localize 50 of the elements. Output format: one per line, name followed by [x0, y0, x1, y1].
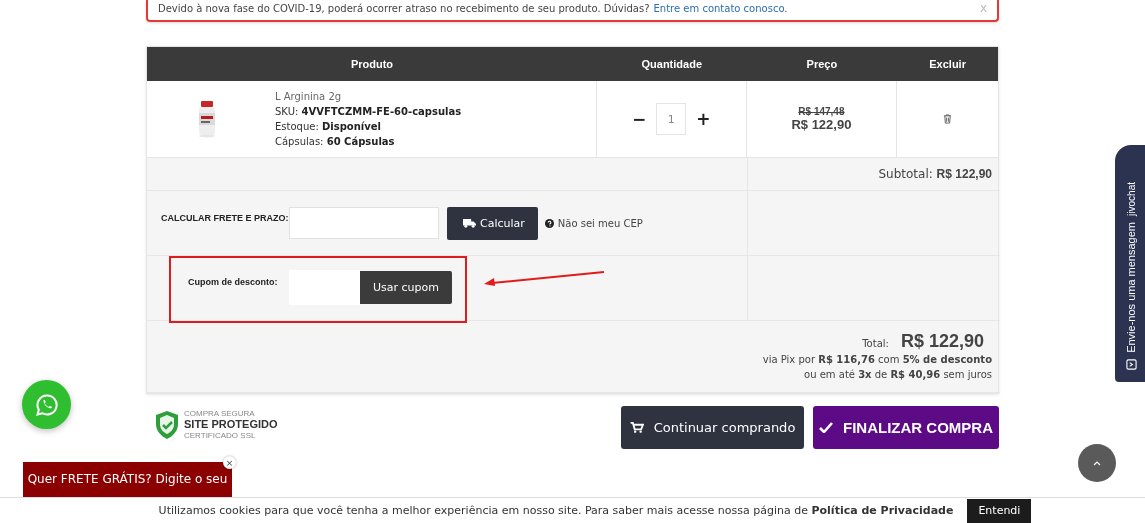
product-detail: Cápsulas: 60 Cápsulas [275, 135, 396, 149]
contact-link[interactable]: Entre em contato conosco. [653, 2, 788, 14]
pix-text: via Pix por R$ 116,76 com 5% de desconto [762, 353, 992, 367]
increment-button[interactable]: + [692, 109, 715, 129]
coupon-field[interactable] [289, 269, 360, 305]
total-value: R$ 122,90 [900, 331, 984, 352]
continue-shopping-button[interactable]: Continuar comprando [621, 406, 804, 449]
coupon-label: Cupom de desconto: [187, 277, 279, 287]
notice-text: Devido à nova fase do COVID-19, poderá ocorrer atraso no recebimento de seu produto. Dúvidas? [158, 2, 650, 14]
quantity-field[interactable]: 1 [656, 103, 687, 135]
checkout-button[interactable]: FINALIZAR COMPRA [813, 406, 999, 449]
decrement-button[interactable]: − [628, 109, 651, 129]
calculate-button[interactable]: Calcular [447, 206, 538, 240]
column-header: Quantidade [640, 58, 703, 70]
column-header: Preço [805, 58, 839, 70]
seal-caption: CERTIFICADO SSL [184, 431, 257, 440]
old-price: R$ 147,48 [798, 106, 845, 117]
chat-bubble-icon [34, 392, 59, 417]
product-detail: Estoque: Disponível [275, 120, 382, 134]
truck-icon [463, 218, 476, 228]
shipping-label: CALCULAR FRETE E PRAZO: [160, 213, 289, 223]
installments-text: ou em até 3x de R$ 40,96 sem juros [804, 368, 992, 382]
chat-tab[interactable]: Envie-nos uma mensagem jivochat [1115, 145, 1145, 382]
trash-icon[interactable] [943, 114, 953, 124]
shield-check-icon [154, 409, 180, 440]
subtotal-text: Subtotal: R$ 122,90 [878, 167, 992, 181]
seal-title: SITE PROTEGIDO [184, 418, 278, 431]
chat-label: Envie-nos uma mensagem [1125, 222, 1137, 353]
cookie-text: Utilizamos cookies para que você tenha a melhor experiência em nosso site. Para saber mais acesse nossa página de Política de Privacidade [158, 504, 954, 517]
cart-icon [629, 422, 644, 433]
chat-icon [1125, 359, 1137, 370]
close-button[interactable]: × [223, 456, 236, 469]
product-detail: SKU: 4VVFTCZMM-FE-60-capsulas [275, 105, 462, 119]
whatsapp-button[interactable] [22, 380, 71, 429]
total-label: Total: [862, 338, 889, 349]
apply-coupon-button[interactable]: Usar cupom [360, 270, 452, 304]
price: R$ 122,90 [791, 117, 852, 132]
chevron-up-icon [1093, 460, 1101, 466]
chat-brand: jivochat [1125, 182, 1137, 217]
column-header: Produto [349, 58, 395, 70]
cep-field[interactable] [289, 207, 439, 239]
seal-caption: COMPRA SEGURA [184, 409, 256, 418]
scroll-top-button[interactable] [1078, 444, 1116, 482]
check-icon [819, 422, 833, 433]
product-name[interactable]: L Arginina 2g [275, 89, 462, 104]
cep-help-link[interactable]: Não sei meu CEP [557, 217, 643, 229]
help-icon [544, 218, 554, 228]
column-header: Excluir [928, 58, 967, 70]
accept-button[interactable]: Entendi [967, 498, 1032, 523]
promo-text: Quer FRETE GRÁTIS? Digite o seu [27, 472, 228, 488]
